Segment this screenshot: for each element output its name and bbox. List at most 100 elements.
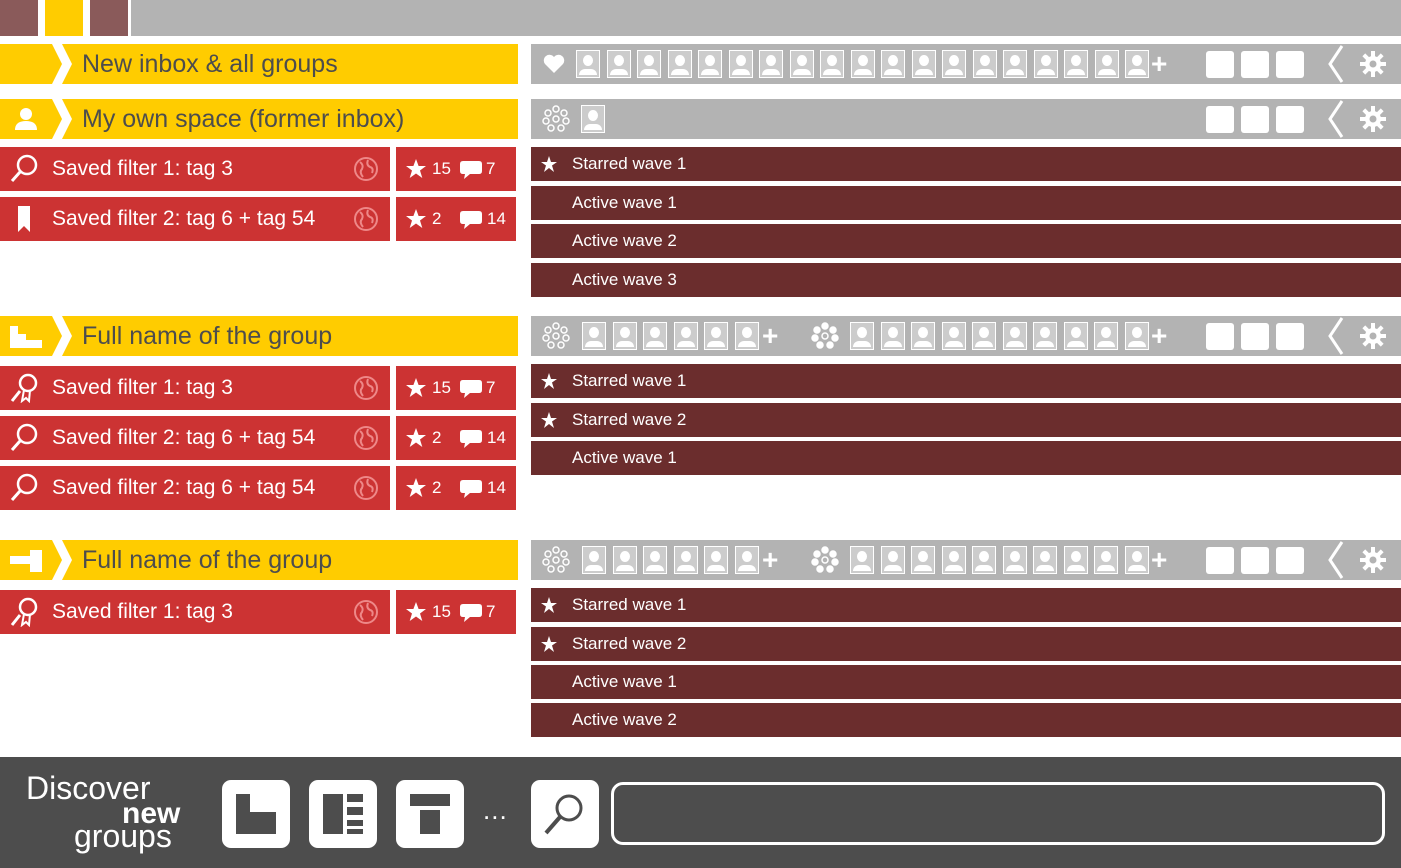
wave-row[interactable]: Starred wave 1 [531, 147, 1401, 181]
avatar[interactable] [1094, 50, 1119, 78]
add-participant-button[interactable]: + [762, 320, 778, 352]
avatar[interactable] [1124, 322, 1149, 350]
avatar[interactable] [643, 322, 667, 350]
avatar[interactable] [880, 322, 905, 350]
saved-filter[interactable]: Saved filter 2: tag 6 + tag 54 [0, 197, 390, 241]
avatar[interactable] [850, 50, 875, 78]
saved-filter[interactable]: Saved filter 1: tag 3 [0, 590, 390, 634]
add-participant-button[interactable]: + [1151, 48, 1167, 80]
toolbar-button-3[interactable] [1276, 51, 1304, 78]
avatar[interactable] [881, 50, 905, 78]
wave-row[interactable]: Active wave 2 [531, 703, 1401, 737]
saved-filter[interactable]: Saved filter 1: tag 3 [0, 147, 390, 191]
avatar[interactable] [942, 50, 966, 78]
avatar[interactable] [972, 50, 997, 78]
toolbar-button-1[interactable] [1206, 51, 1234, 78]
people-circle-icon[interactable] [810, 321, 840, 351]
people-circle-icon[interactable] [810, 545, 840, 575]
add-participant-button[interactable]: + [1151, 544, 1167, 576]
avatar[interactable] [972, 546, 996, 574]
filter-counts[interactable]: 2 14 [396, 466, 516, 510]
avatar[interactable] [673, 322, 698, 350]
toolbar-button-2[interactable] [1241, 106, 1269, 133]
tab-yellow[interactable] [45, 0, 83, 36]
avatar[interactable] [698, 50, 722, 78]
saved-filter[interactable]: Saved filter 2: tag 6 + tag 54 [0, 466, 390, 510]
group-type-button-3[interactable] [396, 780, 464, 848]
people-circle-icon[interactable] [541, 545, 571, 575]
avatar[interactable] [1033, 322, 1057, 350]
avatar[interactable] [704, 546, 728, 574]
avatar[interactable] [582, 322, 606, 350]
tab-brown-1[interactable] [0, 0, 38, 36]
add-participant-button[interactable]: + [762, 544, 778, 576]
wave-row[interactable]: Active wave 1 [531, 665, 1401, 699]
avatar[interactable] [1033, 50, 1058, 78]
toolbar-button-1[interactable] [1206, 106, 1234, 133]
avatar[interactable] [1033, 546, 1057, 574]
filter-counts[interactable]: 15 7 [396, 366, 516, 410]
avatar[interactable] [1094, 546, 1118, 574]
avatar[interactable] [1064, 50, 1088, 78]
avatar[interactable] [606, 50, 631, 78]
avatar[interactable] [576, 50, 600, 78]
heart-icon[interactable] [543, 54, 565, 74]
gear-icon[interactable] [1360, 106, 1386, 132]
avatar[interactable] [789, 50, 814, 78]
wave-row[interactable]: Starred wave 1 [531, 588, 1401, 622]
filter-counts[interactable]: 15 7 [396, 590, 516, 634]
toolbar-button-2[interactable] [1241, 51, 1269, 78]
avatar[interactable] [612, 322, 637, 350]
people-circle-icon[interactable] [541, 321, 571, 351]
wave-row[interactable]: Active wave 3 [531, 263, 1401, 297]
wave-row[interactable]: Starred wave 2 [531, 403, 1401, 437]
avatar[interactable] [850, 546, 874, 574]
toolbar-button-3[interactable] [1276, 547, 1304, 574]
tab-brown-2[interactable] [90, 0, 128, 36]
avatar[interactable] [911, 546, 935, 574]
toolbar-button-1[interactable] [1206, 323, 1234, 350]
own-space-header[interactable]: My own space (former inbox) [0, 99, 518, 139]
avatar[interactable] [643, 546, 667, 574]
avatar[interactable] [1003, 50, 1027, 78]
gear-icon[interactable] [1360, 323, 1386, 349]
avatar[interactable] [582, 546, 606, 574]
group-type-button-1[interactable] [222, 780, 290, 848]
filter-counts[interactable]: 15 7 [396, 147, 516, 191]
wave-row[interactable]: Active wave 2 [531, 224, 1401, 258]
more-options[interactable]: ... [483, 795, 508, 826]
globe-icon[interactable] [354, 476, 378, 500]
toolbar-button-2[interactable] [1241, 323, 1269, 350]
wave-row[interactable]: Starred wave 2 [531, 627, 1401, 661]
add-participant-button[interactable]: + [1151, 320, 1167, 352]
filter-counts[interactable]: 2 14 [396, 416, 516, 460]
toolbar-button-1[interactable] [1206, 547, 1234, 574]
avatar[interactable] [1063, 322, 1088, 350]
avatar[interactable] [1002, 546, 1027, 574]
search-button[interactable] [531, 780, 599, 848]
people-circle-icon[interactable] [541, 104, 571, 134]
avatar[interactable] [880, 546, 905, 574]
avatar[interactable] [850, 322, 874, 350]
toolbar-button-2[interactable] [1241, 547, 1269, 574]
filter-counts[interactable]: 2 14 [396, 197, 516, 241]
avatar[interactable] [911, 322, 935, 350]
saved-filter[interactable]: Saved filter 2: tag 6 + tag 54 [0, 416, 390, 460]
avatar[interactable] [759, 50, 783, 78]
avatar[interactable] [1125, 50, 1149, 78]
avatar[interactable] [911, 50, 936, 78]
avatar[interactable] [1124, 546, 1149, 574]
group-type-button-2[interactable] [309, 780, 377, 848]
avatar[interactable] [941, 546, 966, 574]
toolbar-button-3[interactable] [1276, 323, 1304, 350]
avatar[interactable] [704, 322, 728, 350]
globe-icon[interactable] [354, 207, 378, 231]
globe-icon[interactable] [354, 426, 378, 450]
group-header-2[interactable]: Full name of the group [0, 540, 518, 580]
gear-icon[interactable] [1360, 51, 1386, 77]
avatar[interactable] [941, 322, 966, 350]
gear-icon[interactable] [1360, 547, 1386, 573]
avatar[interactable] [1094, 322, 1118, 350]
all-groups-header[interactable]: New inbox & all groups [0, 44, 518, 84]
avatar[interactable] [734, 322, 759, 350]
